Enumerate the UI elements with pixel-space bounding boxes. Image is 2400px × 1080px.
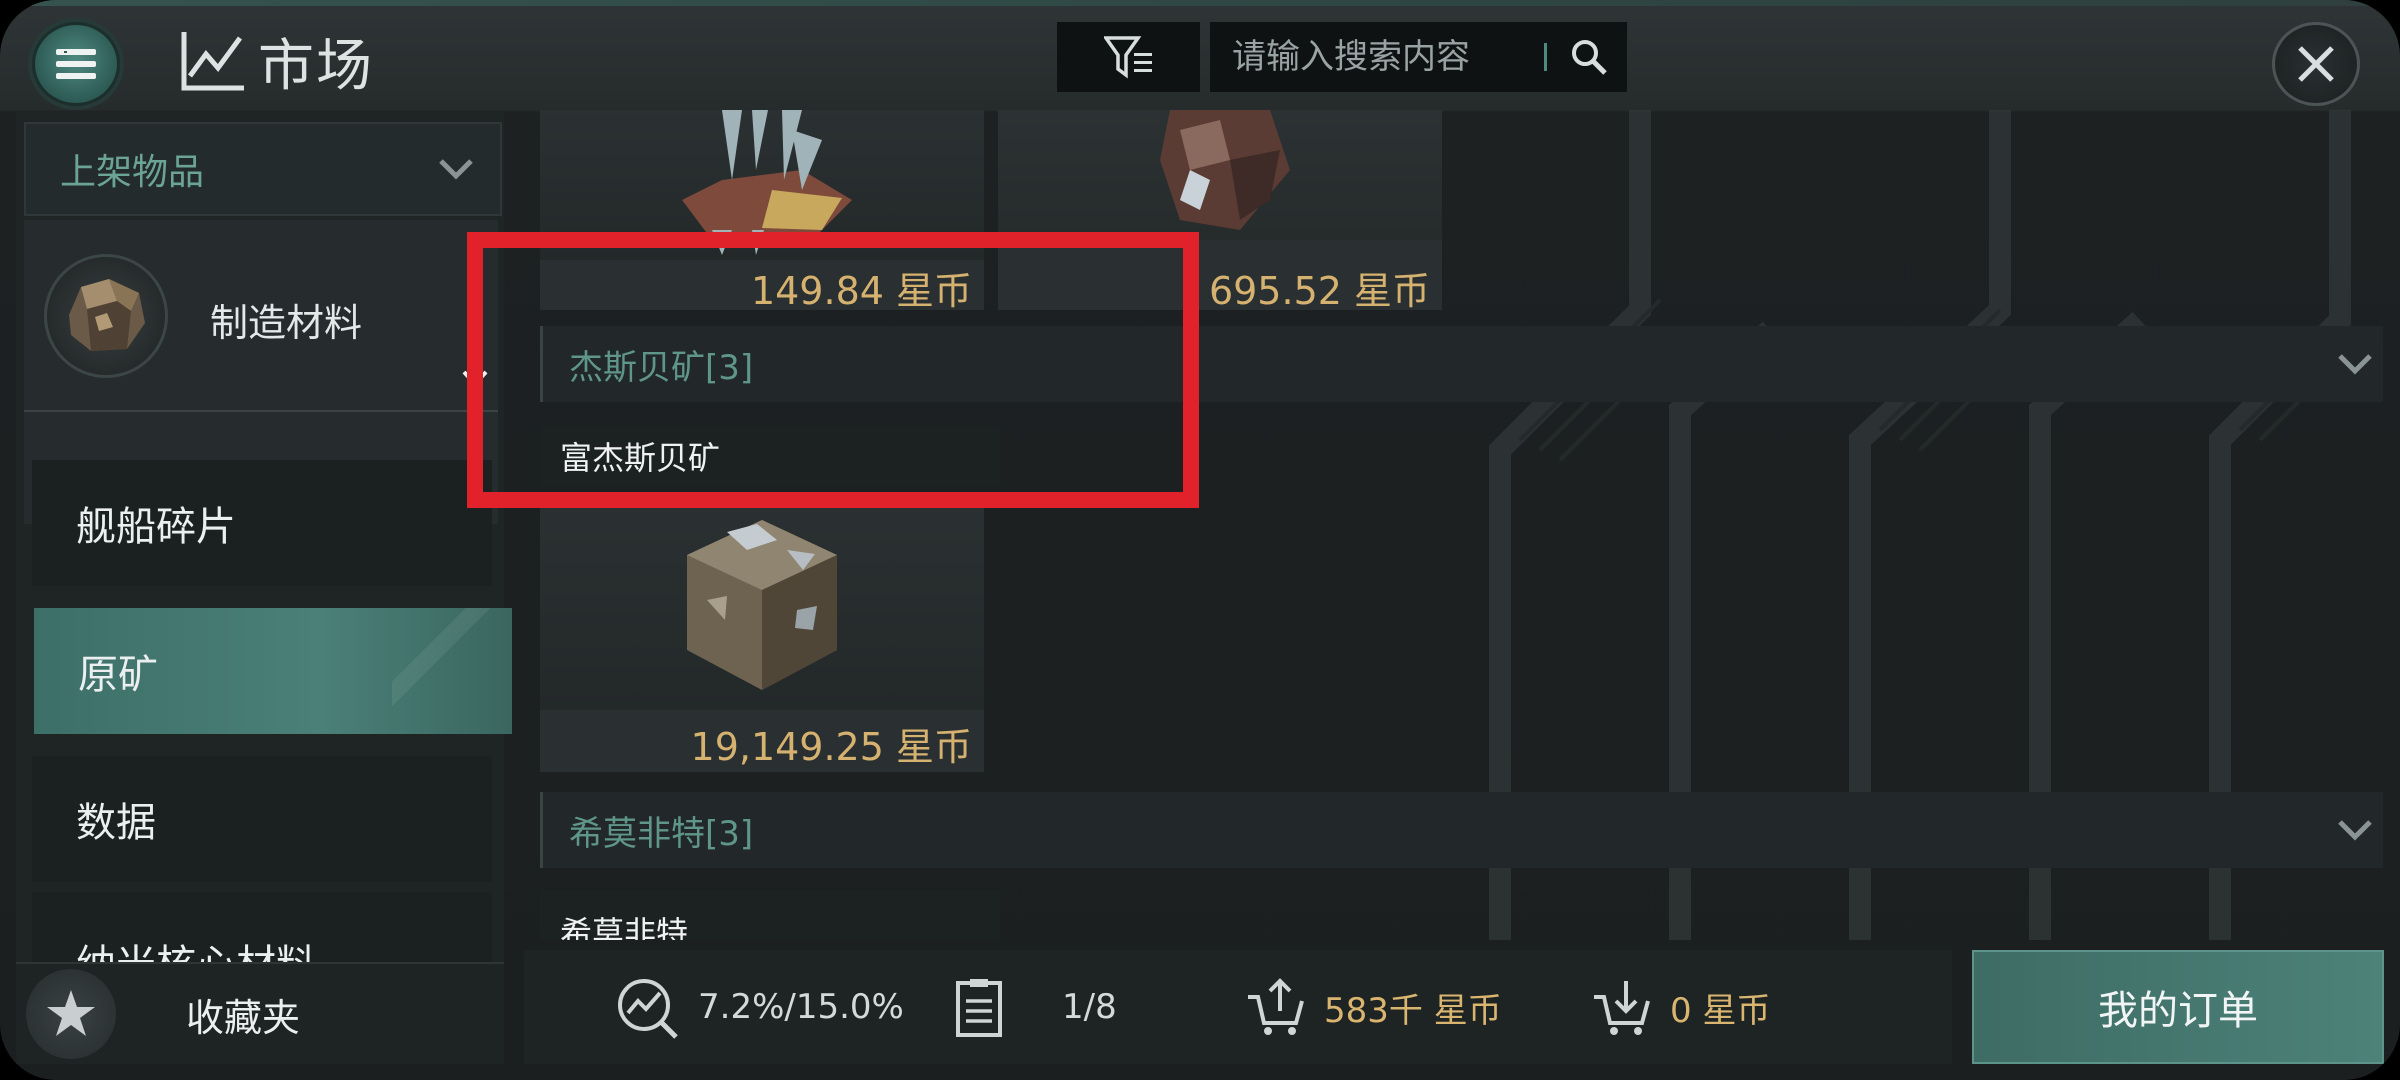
buy-total-stat: 0 星币 [1592,950,1770,1064]
sell-total-value: 583千 星币 [1324,990,1502,1031]
my-orders-label: 我的订单 [2098,988,2258,1034]
item-card[interactable]: 19,149.25 星币 [540,500,984,772]
search-input[interactable] [1230,36,1534,78]
item-price: 19,149.25 星币 [690,725,972,769]
close-button[interactable] [2272,22,2360,106]
category-label: 制造材料 [210,301,363,345]
sidebar-item-ship-fragments[interactable]: 舰船碎片 [32,460,492,586]
line-chart-icon [181,32,244,91]
tax-rate-value: 7.2%/15.0% [698,987,904,1027]
favorites-button[interactable]: 收藏夹 [16,962,504,1064]
tax-rate-stat[interactable]: 7.2%/15.0% [614,950,904,1064]
dropdown-label: 上架物品 [60,152,205,193]
cart-download-icon [1594,981,1650,1035]
favorites-label: 收藏夹 [186,995,301,1040]
market-window: 市场 上架物品 [0,0,2400,1080]
filter-icon [1103,36,1152,79]
sidebar-item-data[interactable]: 数据 [32,756,492,882]
buy-total-value: 0 星币 [1670,990,1771,1031]
cart-upload-icon [1248,978,1304,1035]
sidebar-item-label: 纳米核心材料 [76,932,316,962]
category-header[interactable]: 制造材料 [24,220,498,412]
chevron-down-icon [439,159,473,180]
chevron-down-icon [2338,354,2372,375]
search-bar [1210,22,1627,92]
page-header: 市场 [180,26,374,99]
my-orders-button[interactable]: 我的订单 [1972,950,2384,1064]
hamburger-menu-icon [56,49,96,79]
bottom-status-bar: 7.2%/15.0% 1/8 583千 星币 0 星币 [524,950,1952,1064]
close-icon [2298,46,2334,82]
sidebar-item-label: 原矿 [78,652,158,698]
highlight-box [467,232,1199,508]
chevron-down-icon [2338,820,2372,841]
subgroup-title: 希莫非特 [560,914,689,940]
rock-cube-icon [540,500,984,710]
group-label: 希莫非特[3] [569,813,754,854]
search-cursor [1544,43,1547,71]
sidebar-item-label: 数据 [76,800,156,846]
sell-total-stat: 583千 星币 [1246,950,1502,1064]
search-icon[interactable] [1569,37,1609,77]
item-price: 695.52 星币 [1208,269,1430,313]
order-count-value: 1/8 [1062,987,1117,1027]
clipboard-icon [956,979,1002,1037]
filter-button[interactable] [1057,22,1200,92]
sidebar-item-raw-ore[interactable]: 原矿 [34,608,512,734]
sidebar-item-label: 舰船碎片 [76,504,236,550]
order-count-stat: 1/8 [954,950,1117,1064]
ore-group-header[interactable]: 希莫非特[3] [540,792,2383,868]
ore-chunk-icon [44,254,168,378]
category-sidebar: 上架物品 制造材料 舰船碎片 原矿 数据 [16,112,512,962]
ore-subgroup-label: 希莫非特 [540,890,1000,940]
page-title: 市场 [258,33,374,99]
listing-type-dropdown[interactable]: 上架物品 [24,122,502,216]
menu-button[interactable] [32,22,120,106]
cube-ore-icon [998,110,1442,240]
chart-magnifier-icon [618,979,678,1039]
sidebar-item-nanocore-materials[interactable]: 纳米核心材料 [32,892,492,962]
star-icon [26,969,116,1059]
